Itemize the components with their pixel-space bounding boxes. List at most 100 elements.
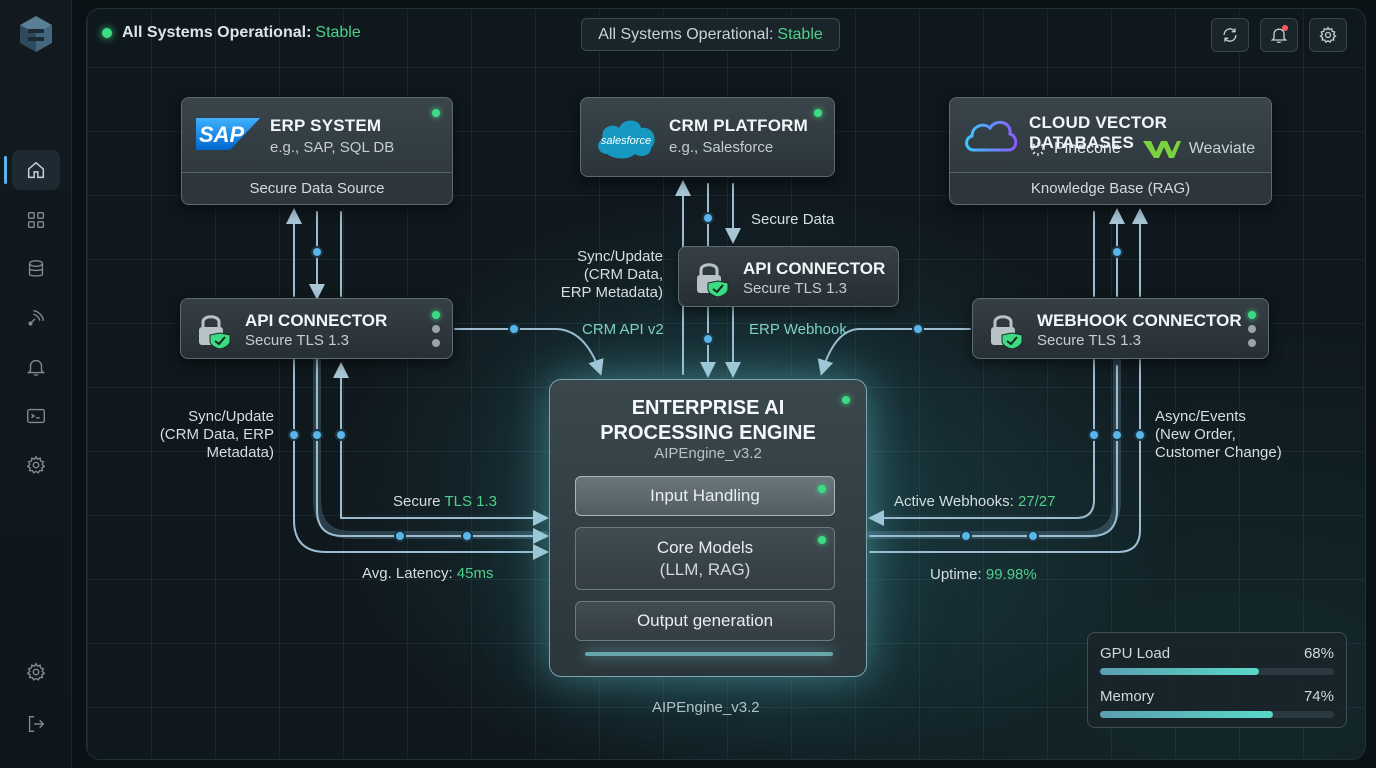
connector-left-led-3: [432, 339, 440, 347]
label-secure-tls: Secure TLS 1.3: [393, 493, 497, 511]
label-async-line1: Async/Events: [1155, 408, 1246, 425]
label-sync-center-line2: (CRM Data,: [583, 266, 663, 283]
label-crm-api: CRM API v2: [582, 321, 664, 338]
erp-status-led: [432, 109, 440, 117]
label-erp-webhook: ERP Webhook: [749, 321, 847, 338]
engine-title: ENTERPRISE AI PROCESSING ENGINE: [550, 396, 866, 446]
webhook-connector-title: WEBHOOK CONNECTOR: [1037, 311, 1242, 330]
crm-title: CRM PLATFORM: [669, 116, 809, 135]
erp-footer: Secure Data Source: [182, 172, 452, 204]
engine-version: AIPEngine_v3.2: [654, 445, 762, 462]
settings-button[interactable]: [1309, 18, 1347, 52]
module-core-models-label: Core Models: [656, 537, 754, 557]
connector-right-led-1: [1248, 311, 1256, 319]
crm-subtitle: e.g., Salesforce: [669, 139, 774, 156]
status-label: All Systems Operational:: [122, 24, 312, 41]
api-connector-left-title: API CONNECTOR: [245, 311, 388, 330]
label-sync-left-line1: Sync/Update: [188, 408, 274, 425]
notification-badge: [1282, 25, 1288, 31]
label-sync-left: Sync/Update (CRM Data, ERP Metadata): [150, 408, 274, 462]
label-latency-prefix: Avg. Latency:: [362, 565, 453, 582]
erp-title: ERP SYSTEM: [270, 116, 382, 135]
gpu-load-value: 68%: [1303, 645, 1334, 662]
label-active-webhooks: Active Webhooks: 27/27: [894, 493, 1056, 511]
lock-shield-icon: [199, 315, 231, 349]
sap-logo: SAP: [196, 118, 260, 150]
refresh-button[interactable]: [1211, 18, 1249, 52]
label-sync-left-line3: Metadata): [206, 444, 274, 461]
label-webhooks-value: 27/27: [1017, 493, 1056, 510]
module-core-models-sublabel: (LLM, RAG): [659, 559, 751, 579]
label-secure-tls-prefix: Secure: [393, 493, 441, 510]
gpu-load-label: GPU Load: [1100, 645, 1171, 662]
memory-row: Memory 74%: [1100, 688, 1334, 718]
gpu-load-row: GPU Load 68%: [1100, 645, 1334, 675]
label-secure-data: Secure Data: [751, 211, 835, 228]
label-async-line2: (New Order,: [1155, 426, 1236, 443]
memory-bar: [1100, 711, 1334, 718]
lock-shield-icon: [697, 263, 729, 297]
label-latency-value: 45ms: [456, 565, 494, 582]
status-indicator: [102, 28, 112, 38]
lock-shield-icon: [991, 315, 1023, 349]
webhook-connector[interactable]: WEBHOOK CONNECTOR Secure TLS 1.3: [972, 298, 1269, 359]
label-sync-center-line3: ERP Metadata): [560, 284, 663, 301]
salesforce-logo-text: salesforce: [601, 135, 651, 147]
memory-label: Memory: [1100, 688, 1155, 705]
api-connector-left-subtitle: Secure TLS 1.3: [245, 332, 349, 349]
label-latency: Avg. Latency: 45ms: [362, 565, 493, 583]
status-value: Stable: [315, 24, 361, 41]
sap-logo-text: SAP: [199, 122, 245, 147]
pinecone-label: Pinecone: [1054, 140, 1121, 157]
memory-value: 74%: [1303, 688, 1334, 705]
label-async-line3: Customer Change): [1155, 444, 1282, 461]
salesforce-logo: salesforce: [598, 120, 655, 159]
status-pill-label: All Systems Operational:: [598, 25, 774, 43]
crm-status-led: [814, 109, 822, 117]
module-core-models[interactable]: Core Models (LLM, RAG): [575, 527, 835, 590]
label-engine-version-bottom: AIPEngine_v3.2: [652, 699, 760, 716]
label-secure-tls-value: TLS 1.3: [444, 493, 497, 510]
module-input-handling-label: Input Handling: [650, 486, 760, 505]
api-connector-center[interactable]: API CONNECTOR Secure TLS 1.3: [678, 246, 899, 307]
api-connector-center-title: API CONNECTOR: [743, 259, 886, 278]
ai-processing-engine[interactable]: ENTERPRISE AI PROCESSING ENGINE AIPEngin…: [549, 379, 867, 677]
engine-glow-bar: [585, 652, 833, 656]
notifications-button[interactable]: [1260, 18, 1298, 52]
connector-left-led-2: [432, 325, 440, 333]
module-input-handling[interactable]: Input Handling: [575, 476, 835, 516]
label-uptime-value: 99.98%: [985, 566, 1037, 583]
resource-stats-panel: GPU Load 68% Memory 74%: [1087, 632, 1347, 728]
system-status: All Systems Operational: Stable: [102, 24, 361, 42]
erp-subtitle: e.g., SAP, SQL DB: [270, 139, 395, 156]
connector-left-led-1: [432, 311, 440, 319]
label-uptime-prefix: Uptime:: [930, 566, 982, 583]
module-output-generation[interactable]: Output generation: [575, 601, 835, 641]
label-uptime: Uptime: 99.98%: [930, 566, 1037, 584]
api-connector-left[interactable]: API CONNECTOR Secure TLS 1.3: [180, 298, 453, 359]
status-pill-value: Stable: [777, 25, 823, 43]
gpu-load-fill: [1100, 668, 1260, 675]
label-webhooks-prefix: Active Webhooks:: [894, 493, 1014, 510]
crm-platform-card[interactable]: salesforce CRM PLATFORM e.g., Salesforce: [580, 97, 835, 177]
weaviate-label: Weaviate: [1188, 140, 1256, 157]
cloud-footer: Knowledge Base (RAG): [950, 172, 1271, 204]
engine-title-line2: PROCESSING ENGINE: [600, 422, 816, 444]
status-pill[interactable]: All Systems Operational: Stable: [581, 18, 840, 51]
label-async-events: Async/Events (New Order, Customer Change…: [1155, 408, 1282, 462]
api-connector-center-subtitle: Secure TLS 1.3: [743, 280, 847, 297]
cloud-vector-db-card[interactable]: CLOUD VECTOR DATABASES Pinecone Weaviate…: [949, 97, 1272, 205]
label-sync-left-line2: (CRM Data, ERP: [159, 426, 274, 443]
module-core-led: [818, 536, 826, 544]
connector-right-led-3: [1248, 339, 1256, 347]
engine-status-led: [842, 396, 850, 404]
erp-system-card[interactable]: SAP ERP SYSTEM e.g., SAP, SQL DB Secure …: [181, 97, 453, 205]
connector-right-led-2: [1248, 325, 1256, 333]
memory-fill: [1100, 711, 1274, 718]
gpu-load-bar: [1100, 668, 1334, 675]
weaviate-logo: [1142, 141, 1181, 158]
cloud-icon: [965, 120, 1018, 152]
gear-icon: [1319, 26, 1337, 43]
label-sync-center: Sync/Update (CRM Data, ERP Metadata): [540, 248, 663, 302]
pinecone-icon: [1031, 142, 1045, 156]
